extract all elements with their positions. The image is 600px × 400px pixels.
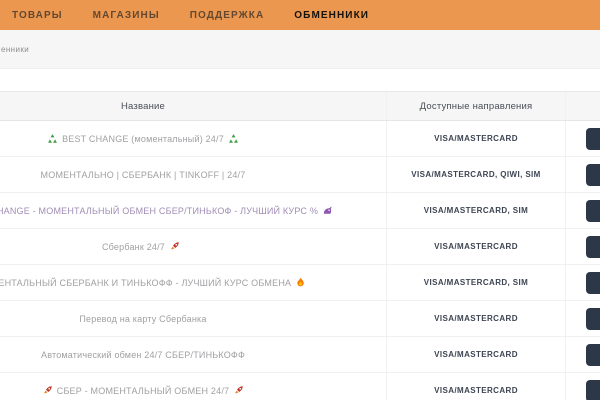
go-button[interactable]: Перейти [586,272,600,294]
go-button[interactable]: Перейти [586,200,600,222]
exchanger-name: UNIXCHANGE - МОМЕНТАЛЬНЫЙ ОБМЕН СБЕР/ТИН… [0,206,318,216]
exchangers-table: Название Доступные направления BEST CHAN… [0,91,600,400]
directions-cell: VISA/MASTERCARD [386,301,566,336]
rocket-icon [233,385,244,396]
nav-item-obmenniki[interactable]: ОБМЕННИКИ [294,10,369,21]
table-row: Сбербанк 24/7 VISA/MASTERCARD Перейти [0,229,600,265]
actions-cell: Перейти [566,337,600,372]
go-button[interactable]: Перейти [586,308,600,330]
table-row: Автоматический обмен 24/7 СБЕР/ТИНЬКОФФ … [0,337,600,373]
table-row: СБЕР - МОМЕНТАЛЬНЫЙ ОБМЕН 24/7 VISA/MAST… [0,373,600,400]
actions-cell: Перейти [566,301,600,336]
header-directions-label: Доступные направления [420,101,533,112]
fire-icon [295,277,306,288]
directions-value: VISA/MASTERCARD [434,314,518,323]
table-row: UNIXCHANGE - МОМЕНТАЛЬНЫЙ ОБМЕН СБЕР/ТИН… [0,193,600,229]
page: ТОВАРЫ МАГАЗИНЫ ПОДДЕРЖКА ОБМЕННИКИ енни… [0,0,600,400]
exchanger-name-cell: МОМЕНТАЛЬНЫЙ СБЕРБАНК И ТИНЬКОФФ - ЛУЧШИ… [0,265,386,300]
directions-cell: VISA/MASTERCARD [386,229,566,264]
breadcrumb-bar: енники [0,30,600,69]
exchanger-name-cell: Сбербанк 24/7 [0,229,386,264]
actions-cell: Перейти [566,373,600,400]
exchanger-name-cell: Перевод на карту Сбербанка [0,301,386,336]
actions-cell: Перейти [566,121,600,156]
header-name: Название [0,92,386,120]
header-name-label: Название [121,101,165,112]
rocket-icon [169,241,180,252]
go-button[interactable]: Перейти [586,380,600,400]
table-header-row: Название Доступные направления [0,91,600,121]
exchanger-name: Сбербанк 24/7 [102,242,165,252]
exchanger-name-cell: СБЕР - МОМЕНТАЛЬНЫЙ ОБМЕН 24/7 [0,373,386,400]
breadcrumb[interactable]: енники [1,45,29,54]
unicorn-icon [322,205,333,216]
table-row: МОМЕНТАЛЬНЫЙ СБЕРБАНК И ТИНЬКОФФ - ЛУЧШИ… [0,265,600,301]
go-button[interactable]: Перейти [586,128,600,150]
actions-cell: Перейти [566,229,600,264]
header-actions [566,92,600,120]
exchanger-name-cell: UNIXCHANGE - МОМЕНТАЛЬНЫЙ ОБМЕН СБЕР/ТИН… [0,193,386,228]
table-row: BEST CHANGE (моментальный) 24/7 VISA/MAS… [0,121,600,157]
exchanger-name: BEST CHANGE (моментальный) 24/7 [62,134,224,144]
directions-value: VISA/MASTERCARD, QIWI, SIM [411,170,541,179]
directions-value: VISA/MASTERCARD [434,386,518,395]
exchanger-name: Автоматический обмен 24/7 СБЕР/ТИНЬКОФФ [41,350,245,360]
nav-item-magaziny[interactable]: МАГАЗИНЫ [93,10,160,21]
directions-cell: VISA/MASTERCARD [386,337,566,372]
directions-cell: VISA/MASTERCARD [386,121,566,156]
rocket-icon [42,385,53,396]
directions-value: VISA/MASTERCARD [434,242,518,251]
directions-value: VISA/MASTERCARD, SIM [424,206,528,215]
directions-value: VISA/MASTERCARD, SIM [424,278,528,287]
go-button[interactable]: Перейти [586,344,600,366]
recycle-icon [228,133,239,144]
nav-item-podderzhka[interactable]: ПОДДЕРЖКА [190,10,265,21]
exchanger-name: МОМЕНТАЛЬНО | СБЕРБАНК | TINKOFF | 24/7 [41,170,246,180]
go-button[interactable]: Перейти [586,164,600,186]
directions-cell: VISA/MASTERCARD [386,373,566,400]
header-directions: Доступные направления [386,92,566,120]
actions-cell: Перейти [566,157,600,192]
recycle-icon [47,133,58,144]
directions-cell: VISA/MASTERCARD, QIWI, SIM [386,157,566,192]
exchanger-name-cell: BEST CHANGE (моментальный) 24/7 [0,121,386,156]
table-row: МОМЕНТАЛЬНО | СБЕРБАНК | TINKOFF | 24/7 … [0,157,600,193]
directions-value: VISA/MASTERCARD [434,134,518,143]
directions-cell: VISA/MASTERCARD, SIM [386,193,566,228]
directions-value: VISA/MASTERCARD [434,350,518,359]
exchanger-name-cell: МОМЕНТАЛЬНО | СБЕРБАНК | TINKOFF | 24/7 [0,157,386,192]
nav-item-tovary[interactable]: ТОВАРЫ [12,10,63,21]
directions-cell: VISA/MASTERCARD, SIM [386,265,566,300]
table-row: Перевод на карту Сбербанка VISA/MASTERCA… [0,301,600,337]
exchanger-name: СБЕР - МОМЕНТАЛЬНЫЙ ОБМЕН 24/7 [57,386,229,396]
table-body: BEST CHANGE (моментальный) 24/7 VISA/MAS… [0,121,600,400]
go-button[interactable]: Перейти [586,236,600,258]
exchanger-name: МОМЕНТАЛЬНЫЙ СБЕРБАНК И ТИНЬКОФФ - ЛУЧШИ… [0,278,291,288]
actions-cell: Перейти [566,193,600,228]
exchanger-name-cell: Автоматический обмен 24/7 СБЕР/ТИНЬКОФФ [0,337,386,372]
actions-cell: Перейти [566,265,600,300]
top-nav: ТОВАРЫ МАГАЗИНЫ ПОДДЕРЖКА ОБМЕННИКИ [0,0,600,30]
exchanger-name: Перевод на карту Сбербанка [79,314,206,324]
